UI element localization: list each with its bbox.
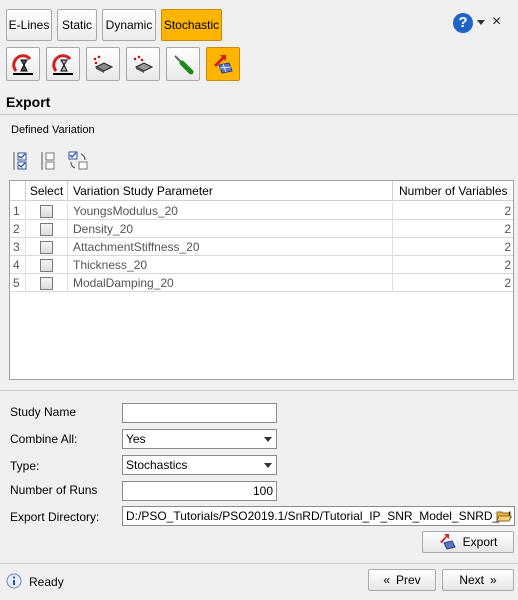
- row-number: 5: [10, 274, 26, 292]
- shell-points-button[interactable]: [86, 47, 120, 81]
- select-cell: [26, 202, 68, 220]
- hourglass-red-arc-button[interactable]: [6, 47, 40, 81]
- status-text: Ready: [29, 575, 64, 589]
- prev-button[interactable]: « Prev: [368, 569, 436, 591]
- help-dropdown-icon[interactable]: [477, 20, 485, 25]
- row-number-header: [10, 181, 26, 201]
- variables-cell: 2: [504, 276, 511, 290]
- parameter-cell: Thickness_20: [68, 256, 393, 274]
- variation-table: Select Variation Study Parameter Number …: [9, 180, 514, 380]
- type-select[interactable]: Stochastics: [122, 455, 277, 475]
- select-checkbox[interactable]: [40, 258, 53, 272]
- form-divider: [0, 390, 518, 391]
- type-label: Type:: [10, 459, 40, 473]
- shell-points-icon: [133, 55, 154, 73]
- tab-stochastic[interactable]: Stochastic: [161, 9, 222, 41]
- parameter-cell: YoungsModulus_20: [68, 202, 393, 220]
- parameter-cell: ModalDamping_20: [68, 274, 393, 292]
- export-grid-icon: [214, 55, 233, 74]
- combine-all-label: Combine All:: [10, 432, 78, 446]
- help-icon[interactable]: ?: [453, 13, 473, 33]
- runs-input[interactable]: 100: [122, 481, 277, 501]
- select-cell: [26, 256, 68, 274]
- screwdriver-button[interactable]: [166, 47, 200, 81]
- select-checkbox[interactable]: [40, 240, 53, 254]
- tab-static[interactable]: Static: [57, 9, 97, 41]
- row-number: 2: [10, 220, 26, 238]
- defined-variation-label: Defined Variation: [11, 124, 95, 136]
- shell-points-alt-button[interactable]: [126, 47, 160, 81]
- row-number: 3: [10, 238, 26, 256]
- table-row[interactable]: 2 Density_20 2: [10, 220, 513, 238]
- invert-selection-icon[interactable]: [67, 150, 88, 172]
- tab-label: Dynamic: [105, 18, 153, 32]
- combine-all-value: Yes: [126, 432, 146, 446]
- deselect-all-icon[interactable]: [40, 150, 60, 172]
- tab-label: E-Lines: [8, 18, 50, 32]
- variables-cell: 2: [504, 258, 511, 272]
- select-cell: [26, 238, 68, 256]
- export-icon: [439, 534, 456, 550]
- tab-label: Static: [61, 18, 92, 32]
- table-row[interactable]: 4 Thickness_20 2: [10, 256, 513, 274]
- hourglass-arc-icon: [52, 54, 73, 75]
- next-button-label: Next: [459, 573, 484, 587]
- hourglass-arc-icon: [12, 54, 33, 75]
- parameter-cell: AttachmentStiffness_20: [68, 238, 393, 256]
- select-all-icon[interactable]: [12, 150, 32, 172]
- double-chevron-right-icon: »: [490, 573, 497, 587]
- select-checkbox[interactable]: [40, 204, 53, 218]
- close-icon[interactable]: ×: [492, 13, 501, 31]
- shell-points-icon: [93, 55, 114, 73]
- hourglass-arc-button[interactable]: [46, 47, 80, 81]
- runs-label: Number of Runs: [10, 483, 98, 497]
- row-number: 4: [10, 256, 26, 274]
- select-cell: [26, 274, 68, 292]
- select-checkbox[interactable]: [40, 276, 53, 290]
- double-chevron-left-icon: «: [383, 573, 390, 587]
- prev-button-label: Prev: [396, 573, 421, 587]
- table-row[interactable]: 5 ModalDamping_20 2: [10, 274, 513, 292]
- combine-all-select[interactable]: Yes: [122, 429, 277, 449]
- tab-e-lines[interactable]: E-Lines: [6, 9, 52, 41]
- export-button-label: Export: [462, 535, 498, 549]
- table-row[interactable]: 1 YoungsModulus_20 2: [10, 202, 513, 220]
- screwdriver-icon: [174, 55, 194, 75]
- variables-cell: 2: [504, 240, 511, 254]
- row-number: 1: [10, 202, 26, 220]
- export-button[interactable]: Export: [422, 531, 514, 553]
- section-title: Export: [6, 94, 51, 110]
- parameter-cell: Density_20: [68, 220, 393, 238]
- study-name-input[interactable]: [122, 403, 277, 423]
- info-icon: [6, 573, 22, 589]
- variables-cell: 2: [504, 222, 511, 236]
- table-row[interactable]: 3 AttachmentStiffness_20 2: [10, 238, 513, 256]
- export-dir-input[interactable]: D:/PSO_Tutorials/PSO2019.1/SnRD/Tutorial…: [122, 506, 515, 526]
- tab-label: Stochastic: [163, 18, 220, 32]
- section-divider: [0, 114, 518, 115]
- tab-dynamic[interactable]: Dynamic: [102, 9, 156, 41]
- parameter-column-header[interactable]: Variation Study Parameter: [68, 181, 393, 201]
- variables-cell: 2: [504, 204, 511, 218]
- type-value: Stochastics: [126, 458, 188, 472]
- select-cell: [26, 220, 68, 238]
- export-stochastic-button[interactable]: [206, 47, 240, 81]
- select-checkbox[interactable]: [40, 222, 53, 236]
- folder-open-icon[interactable]: [496, 508, 512, 524]
- variables-column-header[interactable]: Number of Variables: [393, 181, 513, 201]
- study-name-label: Study Name: [10, 405, 77, 419]
- export-dir-label: Export Directory:: [10, 510, 100, 524]
- status-divider: [0, 563, 518, 564]
- select-column-header[interactable]: Select: [26, 181, 68, 201]
- next-button[interactable]: Next »: [442, 569, 514, 591]
